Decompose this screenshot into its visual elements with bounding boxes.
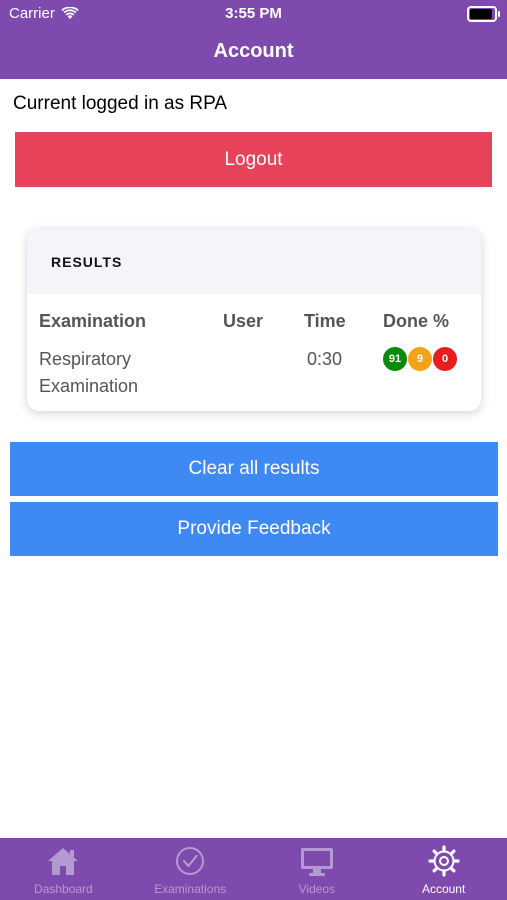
results-title: RESULTS	[51, 253, 123, 270]
done-percent-badges: 91 9 0	[382, 346, 458, 372]
page-title: Account	[213, 40, 294, 62]
clear-results-button[interactable]: Clear all results	[10, 442, 498, 496]
done-badge-red: 0	[432, 346, 458, 372]
tab-dashboard[interactable]: Dashboard	[0, 838, 127, 900]
battery-icon	[467, 6, 500, 22]
status-bar: Carrier 3:55 PM	[0, 0, 507, 28]
time-cell: 0:30	[307, 349, 343, 369]
tab-label-examinations: Examinations	[154, 882, 227, 896]
column-header-user: User	[223, 311, 264, 331]
tab-label-dashboard: Dashboard	[34, 882, 93, 896]
results-card: RESULTS Examination User Time Done % Res…	[27, 229, 481, 411]
check-circle-icon	[176, 847, 205, 875]
results-header: RESULTS	[27, 229, 481, 294]
examination-name-line1: Respiratory	[39, 349, 132, 369]
gear-icon	[428, 845, 460, 877]
column-header-done: Done %	[383, 311, 450, 331]
column-header-examination: Examination	[39, 311, 147, 331]
tab-label-videos: Videos	[298, 882, 336, 896]
tab-bar: Dashboard Examinations Videos Account	[0, 838, 507, 900]
logged-in-text: Current logged in as RPA	[13, 93, 228, 114]
tab-videos[interactable]: Videos	[254, 838, 381, 900]
clear-results-label: Clear all results	[188, 458, 320, 479]
provide-feedback-label: Provide Feedback	[177, 518, 331, 539]
logout-button[interactable]: Logout	[15, 132, 492, 187]
provide-feedback-button[interactable]: Provide Feedback	[10, 502, 498, 556]
done-badge-green: 91	[382, 346, 408, 372]
column-header-time: Time	[304, 311, 346, 331]
examination-name-line2: Examination	[39, 376, 139, 396]
done-badge-orange: 9	[407, 346, 433, 372]
tab-examinations[interactable]: Examinations	[127, 838, 254, 900]
navigation-header: Carrier 3:55 PM Account	[0, 0, 507, 79]
monitor-icon	[300, 848, 333, 876]
logout-label: Logout	[224, 148, 283, 170]
home-icon	[48, 848, 79, 875]
tab-account[interactable]: Account	[380, 838, 507, 900]
status-time: 3:55 PM	[225, 5, 282, 22]
tab-label-account: Account	[421, 882, 466, 896]
